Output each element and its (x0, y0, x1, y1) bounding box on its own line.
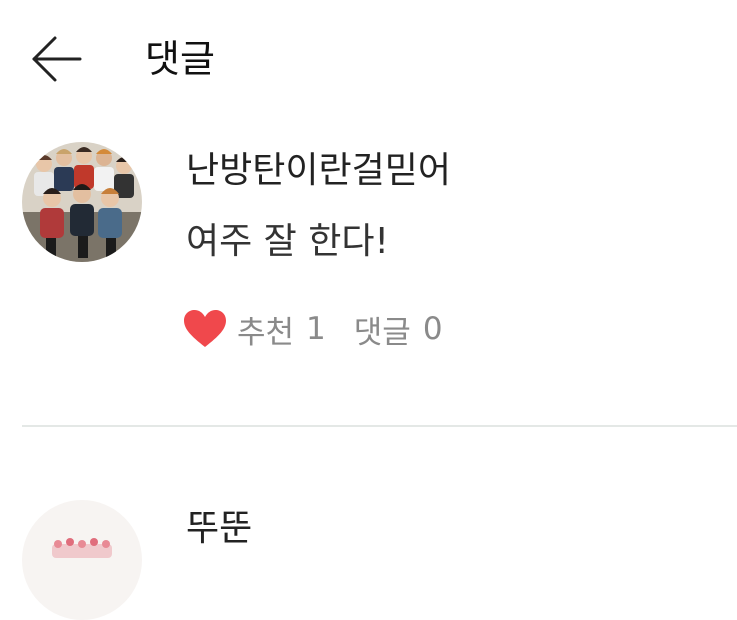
group-photo-image (22, 142, 142, 262)
avatar[interactable] (22, 500, 142, 620)
avatar[interactable] (22, 142, 142, 262)
like-count: 1 (306, 311, 326, 347)
reply-label: 댓글 (353, 314, 411, 351)
comment-actions: 추천 1 댓글 0 (183, 307, 443, 351)
arrow-left-icon (32, 36, 82, 82)
comment-username: 난방탄이란걸믿어 (186, 150, 451, 191)
app-header: 댓글 (0, 0, 737, 120)
back-button[interactable] (28, 32, 84, 88)
like-button[interactable]: 추천 1 (183, 307, 326, 352)
comment-username: 뚜뚠 (186, 508, 253, 549)
reply-count: 0 (422, 311, 443, 347)
reply-button[interactable]: 댓글 0 (354, 307, 443, 352)
page-title: 댓글 (145, 37, 215, 81)
avatar-image (22, 500, 142, 620)
like-label: 추천 (237, 314, 295, 351)
heart-icon (184, 310, 226, 347)
comment-divider (22, 425, 737, 427)
comment-text: 여주 잘 한다! (186, 221, 389, 262)
